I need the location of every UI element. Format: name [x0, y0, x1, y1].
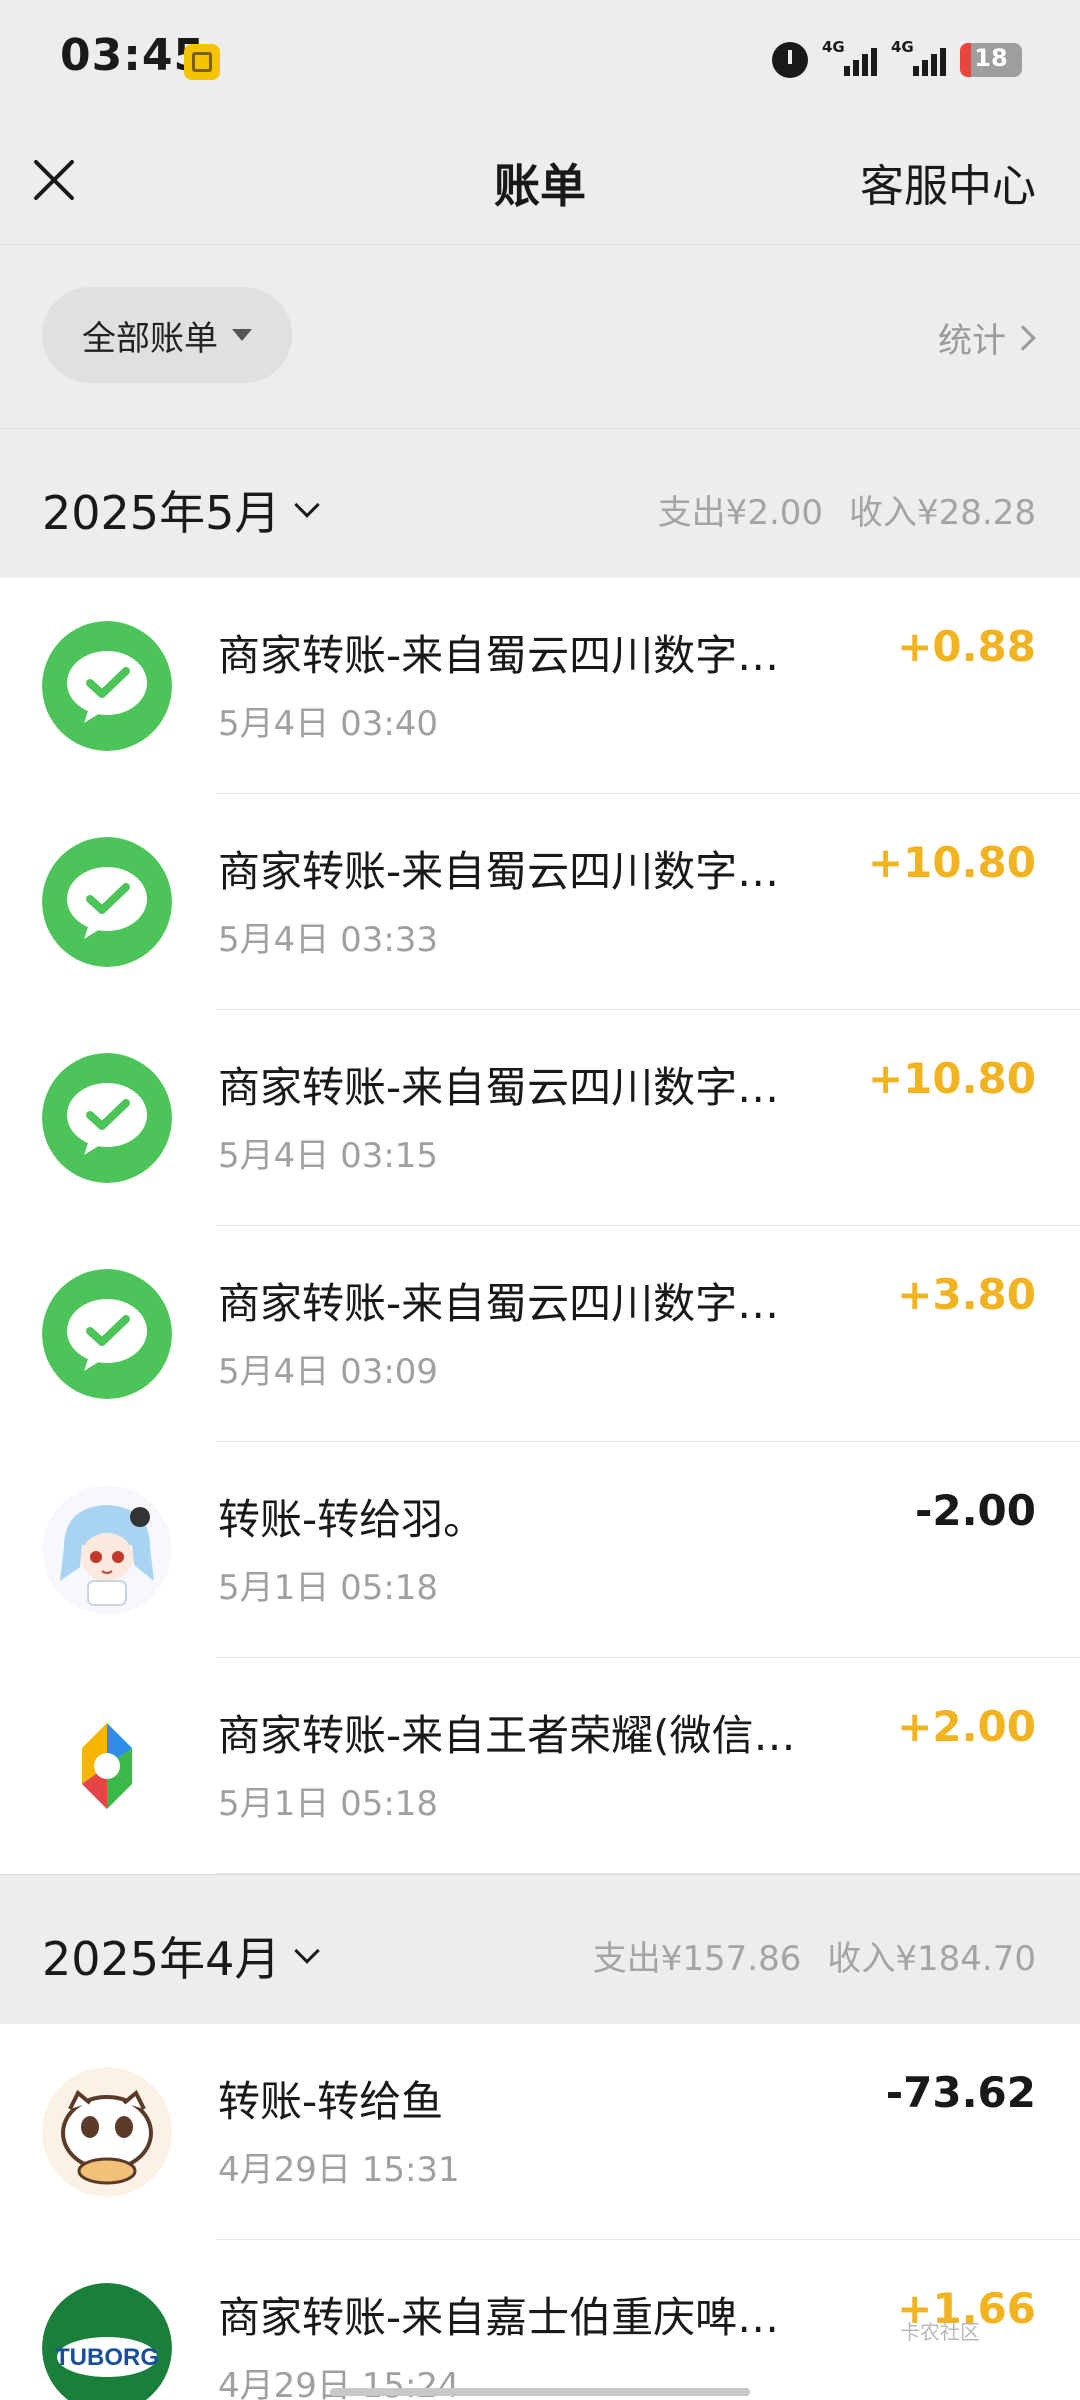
- transaction-amount: +2.00: [897, 1702, 1036, 1751]
- transaction-row[interactable]: 商家转账-来自王者荣耀(微信… 5月1日 05:18 +2.00: [0, 1658, 1080, 1874]
- battery-level: 18: [974, 44, 1008, 72]
- wechat-pay-icon: [42, 837, 172, 967]
- transaction-row[interactable]: 商家转账-来自蜀云四川数字… 5月4日 03:33 +10.80: [0, 794, 1080, 1010]
- month-summary: 支出¥2.00 收入¥28.28: [658, 485, 1036, 534]
- month-summary: 支出¥157.86 收入¥184.70: [593, 1931, 1036, 1980]
- transaction-amount: +3.80: [897, 1270, 1036, 1319]
- transaction-title: 转账-转给羽。: [218, 1495, 486, 1544]
- transaction-title: 商家转账-来自蜀云四川数字…: [218, 1279, 780, 1328]
- caret-down-icon: [232, 329, 252, 341]
- tencent-game-icon: [42, 1701, 172, 1831]
- month-expense: 支出¥157.86: [592, 1939, 802, 1979]
- status-icons: 4G 4G 18: [772, 38, 1022, 82]
- bill-filter-label: 全部账单: [82, 318, 218, 359]
- transaction-row[interactable]: 转账-转给羽。 5月1日 05:18 -2.00: [0, 1442, 1080, 1658]
- transaction-list-may: 商家转账-来自蜀云四川数字… 5月4日 03:40 +0.88 商家转账-来自蜀云四川…: [0, 578, 1080, 1874]
- transaction-time: 5月1日 05:18: [218, 1568, 439, 1608]
- transaction-title: 商家转账-来自蜀云四川数字…: [218, 847, 780, 896]
- transaction-amount: +10.80: [867, 838, 1036, 887]
- transaction-time: 5月4日 03:09: [218, 1352, 439, 1392]
- transaction-title: 商家转账-来自嘉士伯重庆啤…: [218, 2293, 780, 2342]
- tuborg-logo-icon: TUBORG: [42, 2283, 172, 2400]
- wechat-pay-icon: [42, 1269, 172, 1399]
- filter-bar: 全部账单 统计: [0, 244, 1080, 428]
- transaction-row[interactable]: 商家转账-来自蜀云四川数字… 5月4日 03:09 +3.80: [0, 1226, 1080, 1442]
- transaction-title: 转账-转给鱼: [218, 2077, 444, 2126]
- month-expense: 支出¥2.00: [657, 493, 824, 533]
- alarm-icon: [772, 42, 808, 78]
- month-header-april[interactable]: 2025年4月 支出¥157.86 收入¥184.70: [0, 1874, 1080, 2024]
- status-bar: 03:45 4G 4G 18: [0, 0, 1080, 120]
- nav-bar: 账单 客服中心: [0, 120, 1080, 244]
- month-label: 2025年4月: [42, 1932, 281, 1986]
- transaction-row[interactable]: 商家转账-来自蜀云四川数字… 5月4日 03:15 +10.80: [0, 1010, 1080, 1226]
- transaction-time: 5月4日 03:33: [218, 920, 439, 960]
- transaction-row[interactable]: 商家转账-来自蜀云四川数字… 5月4日 03:40 +0.88: [0, 578, 1080, 794]
- month-income: 收入¥28.28: [849, 493, 1036, 533]
- battery-icon: 18: [960, 43, 1022, 77]
- transaction-amount: +0.88: [897, 622, 1036, 671]
- month-selector[interactable]: 2025年4月: [42, 1923, 321, 1989]
- transaction-time: 4月29日 15:31: [218, 2150, 460, 2190]
- customer-service-link[interactable]: 客服中心: [860, 150, 1036, 214]
- notification-app-icon: [184, 44, 220, 80]
- transaction-time: 5月4日 03:40: [218, 704, 439, 744]
- transaction-time: 5月1日 05:18: [218, 1784, 439, 1824]
- signal-icon-1: 4G: [822, 38, 877, 76]
- chevron-right-icon: [1010, 324, 1036, 351]
- transaction-title: 商家转账-来自王者荣耀(微信…: [218, 1711, 796, 1760]
- transaction-amount: -73.62: [885, 2068, 1036, 2117]
- svg-text:TUBORG: TUBORG: [55, 2344, 159, 2371]
- signal-icon-2: 4G: [891, 38, 946, 76]
- statistics-label: 统计: [938, 321, 1006, 361]
- transaction-amount: +10.80: [867, 1054, 1036, 1103]
- chevron-down-icon: [294, 492, 321, 518]
- statistics-link[interactable]: 统计: [938, 313, 1036, 362]
- wechat-pay-icon: [42, 1053, 172, 1183]
- transaction-amount: -2.00: [914, 1486, 1036, 1535]
- transaction-title: 商家转账-来自蜀云四川数字…: [218, 1063, 780, 1112]
- month-income: 收入¥184.70: [827, 1939, 1036, 1979]
- month-label: 2025年5月: [42, 486, 281, 540]
- chevron-down-icon: [294, 1938, 321, 1964]
- watermark: 卡农社区: [900, 2320, 980, 2344]
- cat-avatar-icon: [42, 2067, 172, 2197]
- transaction-time: 5月4日 03:15: [218, 1136, 439, 1176]
- transaction-row[interactable]: 转账-转给鱼 4月29日 15:31 -73.62: [0, 2024, 1080, 2240]
- anime-avatar-icon: [42, 1485, 172, 1615]
- bill-filter-dropdown[interactable]: 全部账单: [42, 287, 292, 383]
- wechat-pay-icon: [42, 621, 172, 751]
- month-selector[interactable]: 2025年5月: [42, 477, 321, 543]
- month-header-may[interactable]: 2025年5月 支出¥2.00 收入¥28.28: [0, 428, 1080, 578]
- transaction-title: 商家转账-来自蜀云四川数字…: [218, 631, 780, 680]
- home-indicator[interactable]: [330, 2388, 750, 2396]
